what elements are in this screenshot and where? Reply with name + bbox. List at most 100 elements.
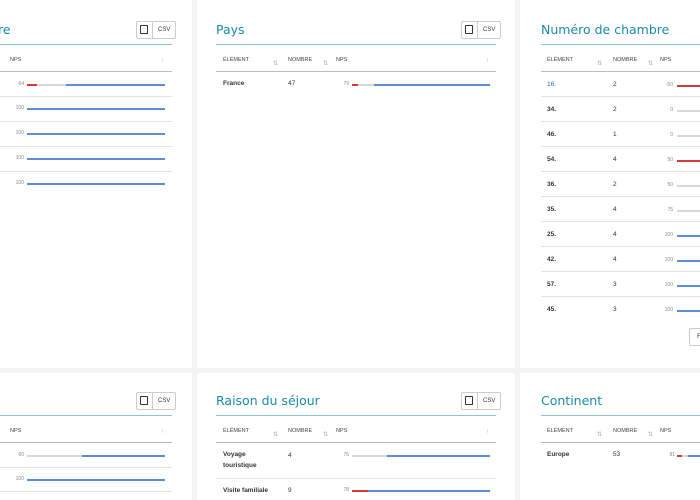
column-header-nps[interactable]: NPS: [10, 57, 21, 63]
column-header-nps[interactable]: NPS: [336, 428, 347, 434]
sort-asc-icon[interactable]: ↑: [486, 58, 489, 64]
row-element: 45.: [547, 306, 557, 313]
row-divider: [0, 121, 172, 122]
title-divider: [216, 415, 496, 416]
csv-button[interactable]: CSV: [153, 22, 175, 38]
sort-icon[interactable]: ⇅: [273, 60, 278, 67]
column-header-element[interactable]: ÉLÉMENT: [547, 428, 573, 434]
row-element-line1: Voyage: [223, 451, 246, 458]
nps-bar-positive: [82, 455, 165, 457]
row-divider: [541, 171, 700, 172]
sort-icon[interactable]: ⇅: [323, 60, 328, 67]
sort-asc-icon[interactable]: ↑: [161, 58, 164, 64]
nps-value: 100: [15, 105, 24, 111]
nps-value: -50: [665, 82, 673, 88]
sort-asc-icon[interactable]: ↑: [161, 429, 164, 435]
row-count: 4: [288, 452, 292, 459]
column-header-count[interactable]: NOMBRE: [288, 428, 312, 434]
row-element: 25.: [547, 231, 557, 238]
header-divider: [216, 442, 496, 443]
nps-bar-positive: [677, 260, 700, 262]
nps-bar-positive: [387, 455, 490, 457]
export-buttons: CSV: [136, 21, 177, 39]
row-count: 47: [288, 80, 296, 87]
nps-bar-positive: [27, 108, 165, 110]
column-header-count[interactable]: NOMBRE: [288, 57, 312, 63]
sort-icon[interactable]: ⇅: [597, 431, 602, 438]
csv-button[interactable]: CSV: [478, 22, 500, 38]
row-divider: [541, 196, 700, 197]
header-divider: [541, 71, 700, 72]
row-divider: [541, 246, 700, 247]
nps-bar-negative: [352, 490, 368, 492]
nps-bar-negative: [677, 160, 700, 162]
column-header-count[interactable]: NOMBRE: [613, 57, 637, 63]
sort-icon[interactable]: ⇅: [273, 431, 278, 438]
nps-bar-positive: [27, 133, 165, 135]
column-header-nps[interactable]: NPS: [660, 57, 671, 63]
column-header-nps[interactable]: NPS: [10, 428, 21, 434]
title-divider: [0, 415, 172, 416]
row-count: 2: [613, 181, 617, 188]
nps-value: 0: [670, 107, 673, 113]
header-divider: [541, 442, 700, 443]
nps-bar-positive: [677, 285, 700, 287]
card-pays: Pays CSV ÉLÉMENT ⇅ NOMBRE ⇅ NPS ↑ France…: [197, 0, 515, 368]
csv-button[interactable]: CSV: [478, 393, 500, 409]
row-element: Visite familiale: [223, 487, 269, 494]
nps-value: 78: [343, 487, 349, 493]
row-count: 4: [613, 206, 617, 213]
nps-value: 100: [664, 232, 673, 238]
nps-value: 100: [15, 155, 24, 161]
copy-button[interactable]: [137, 22, 153, 38]
pagination-button[interactable]: F: [689, 328, 700, 346]
column-header-element[interactable]: ÉLÉMENT: [223, 57, 249, 63]
row-divider: [0, 146, 172, 147]
row-count: 4: [613, 156, 617, 163]
export-buttons: CSV: [136, 392, 177, 410]
nps-bar-positive: [677, 235, 700, 237]
column-header-nps[interactable]: NPS: [336, 57, 347, 63]
column-header-element[interactable]: ÉLÉMENT: [547, 57, 573, 63]
sort-asc-icon[interactable]: ↑: [486, 429, 489, 435]
column-header-count[interactable]: NOMBRE: [613, 428, 637, 434]
row-count: 9: [288, 487, 292, 494]
row-divider: [0, 171, 172, 172]
nps-value: 100: [15, 476, 24, 482]
row-count: 4: [613, 231, 617, 238]
copy-button[interactable]: [462, 393, 478, 409]
copy-button[interactable]: [137, 393, 153, 409]
column-header-element[interactable]: ÉLÉMENT: [223, 428, 249, 434]
nps-bar-track: [677, 210, 700, 212]
nps-bar-positive: [374, 84, 490, 86]
row-element-line2: touristique: [223, 462, 257, 469]
copy-icon: [139, 24, 148, 34]
export-buttons: CSV: [461, 392, 502, 410]
row-element[interactable]: 16.: [547, 81, 556, 88]
sort-icon[interactable]: ⇅: [597, 60, 602, 67]
header-divider: [0, 71, 172, 72]
card-title: Pays: [216, 22, 245, 37]
nps-bar-negative: [677, 85, 700, 87]
sort-icon[interactable]: ⇅: [323, 431, 328, 438]
nps-value: 50: [667, 157, 673, 163]
sort-icon[interactable]: ⇅: [648, 60, 653, 67]
title-divider: [541, 415, 700, 416]
row-count: 53: [613, 451, 621, 458]
row-divider: [0, 467, 172, 468]
column-header-nps[interactable]: NPS: [660, 428, 671, 434]
nps-bar-negative: [352, 84, 358, 86]
sort-icon[interactable]: ⇅: [648, 431, 653, 438]
nps-bar-positive: [27, 479, 165, 481]
nps-value: 100: [664, 257, 673, 263]
row-count: 2: [613, 106, 617, 113]
row-divider: [541, 296, 700, 297]
nps-bar-negative: [677, 455, 682, 457]
row-element: France: [223, 80, 245, 87]
title-divider: [541, 44, 700, 45]
nps-value: 0: [670, 132, 673, 138]
copy-button[interactable]: [462, 22, 478, 38]
row-count: 4: [613, 256, 617, 263]
card-title: Raison du séjour: [216, 393, 320, 408]
csv-button[interactable]: CSV: [153, 393, 175, 409]
